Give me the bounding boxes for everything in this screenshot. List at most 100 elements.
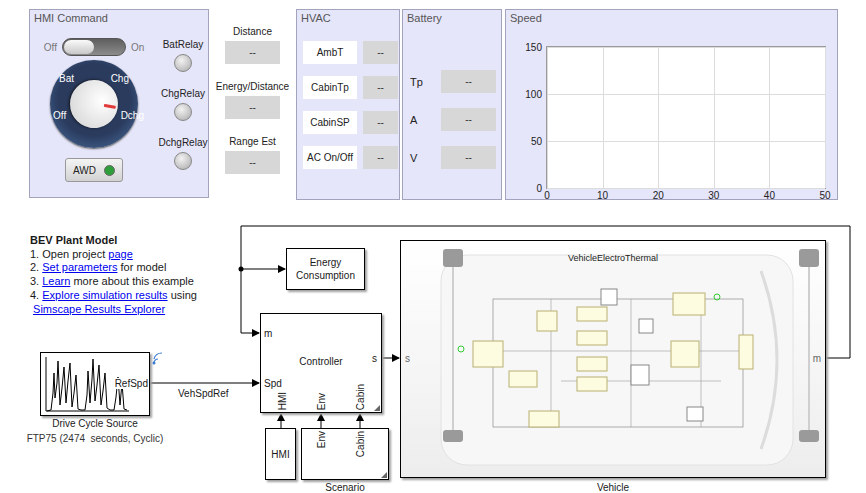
note-link[interactable]: page bbox=[108, 248, 132, 260]
battery-row: V-- bbox=[410, 146, 501, 169]
vehicle-block[interactable]: VehicleElectroThermal s m bbox=[400, 240, 826, 478]
x-tick: 50 bbox=[819, 190, 830, 201]
note-text: 3. bbox=[30, 275, 42, 287]
switch-off-label: Off bbox=[44, 42, 57, 53]
note-link[interactable]: Simscape Results Explorer bbox=[33, 303, 165, 315]
battery-panel: BatteryTp--A--V-- bbox=[402, 9, 502, 200]
awd-label: AWD bbox=[73, 165, 96, 176]
battery-value: -- bbox=[441, 70, 496, 93]
drive-cycle-block[interactable]: RefSpd bbox=[40, 352, 150, 416]
hvac-row: AC On/Off-- bbox=[303, 146, 399, 169]
x-tick: 40 bbox=[764, 190, 775, 201]
note-text: more about this example bbox=[70, 275, 194, 287]
notes-title: BEV Plant Model bbox=[30, 234, 197, 248]
note-text: using bbox=[168, 289, 197, 301]
note-text: for model bbox=[117, 261, 166, 273]
signal-label: VehSpdRef bbox=[178, 388, 229, 399]
knob-position-label[interactable]: Bat bbox=[59, 73, 74, 85]
relay-lamp: BatRelay bbox=[163, 39, 204, 72]
port-label: s bbox=[405, 353, 410, 364]
x-tick: 10 bbox=[597, 190, 608, 201]
block-name: Energy Consumption bbox=[293, 256, 358, 282]
awd-button[interactable]: AWD bbox=[65, 158, 123, 182]
chart-title: Speed bbox=[506, 10, 837, 25]
y-tick: 150 bbox=[525, 42, 542, 53]
switch-track[interactable] bbox=[62, 38, 126, 56]
port-label: Cabin bbox=[355, 431, 367, 457]
display: Range Est-- bbox=[225, 136, 280, 174]
x-tick: 0 bbox=[544, 190, 550, 201]
hvac-row: AmbT-- bbox=[303, 41, 399, 64]
display: Distance-- bbox=[225, 26, 280, 64]
note-link[interactable]: Explore simulation results bbox=[42, 289, 167, 301]
hmi-command-panel: HMI Command Off On Bat Chg Off Dchg AWD BatRelay… bbox=[29, 9, 209, 198]
battery-row: A-- bbox=[410, 108, 501, 131]
battery-value: -- bbox=[441, 108, 496, 131]
port-label: Cabin bbox=[355, 384, 367, 410]
block-annotation: FTP75 (2474 seconds, Cyclic) bbox=[20, 433, 170, 444]
x-tick: 20 bbox=[653, 190, 664, 201]
dashboard: HMI Command Off On Bat Chg Off Dchg AWD BatRelay… bbox=[0, 0, 866, 202]
switch-thumb[interactable] bbox=[64, 40, 94, 54]
subsystem-title: VehicleElectroThermal bbox=[401, 253, 825, 263]
lamp-icon bbox=[174, 103, 192, 121]
note-text: 2. bbox=[30, 261, 42, 273]
block-name: Controller bbox=[261, 356, 381, 367]
knob-position-label[interactable]: Chg bbox=[111, 73, 129, 85]
y-tick: 0 bbox=[536, 183, 542, 194]
block-name: Vehicle bbox=[400, 482, 826, 493]
display: Energy/Distance-- bbox=[216, 81, 289, 119]
display-value: -- bbox=[225, 151, 280, 174]
note-text bbox=[30, 303, 33, 315]
note-text: 1. Open project bbox=[30, 248, 108, 260]
note-link[interactable]: Set parameters bbox=[42, 261, 117, 273]
block-name: HMI bbox=[271, 449, 289, 460]
port-label: m bbox=[264, 328, 272, 340]
y-tick: 100 bbox=[525, 89, 542, 100]
hvac-row: CabinTp-- bbox=[303, 76, 399, 99]
signal-broadcast-icon bbox=[151, 352, 165, 366]
simulink-model: HMI Command Off On Bat Chg Off Dchg AWD BatRelay… bbox=[0, 0, 866, 493]
controller-block[interactable]: Controller m Spd HMI Env Cabin s bbox=[260, 313, 382, 413]
relay-lamp: DchgRelay bbox=[159, 137, 208, 170]
display-value: -- bbox=[225, 41, 280, 64]
note-line: 2. Set parameters for model bbox=[30, 261, 197, 275]
mode-knob[interactable]: BatChgOffDchg bbox=[50, 60, 138, 148]
port-label: HMI bbox=[277, 392, 289, 410]
note-line: 1. Open project page bbox=[30, 248, 197, 262]
block-name: Scenario bbox=[301, 482, 389, 493]
scenario-block[interactable]: Env Cabin bbox=[301, 428, 389, 480]
y-tick: 50 bbox=[531, 136, 542, 147]
hvac-value: -- bbox=[363, 76, 398, 99]
hmi-block[interactable]: HMI bbox=[265, 428, 296, 480]
hvac-value: -- bbox=[363, 111, 398, 134]
lamp-icon bbox=[174, 54, 192, 72]
hvac-row: CabinSP-- bbox=[303, 111, 399, 134]
energy-consumption-block[interactable]: Energy Consumption bbox=[286, 248, 365, 290]
battery-value: -- bbox=[441, 146, 496, 169]
knob-position-label[interactable]: Off bbox=[53, 110, 66, 122]
switch-on-label: On bbox=[131, 42, 144, 53]
trip-displays: Distance-- Energy/Distance-- Range Est-- bbox=[209, 9, 296, 174]
port-label: Spd bbox=[264, 378, 282, 390]
block-name: Drive Cycle Source bbox=[40, 418, 150, 429]
port-label: s bbox=[372, 353, 377, 365]
knob-position-label[interactable]: Dchg bbox=[121, 110, 144, 122]
hvac-value: -- bbox=[363, 41, 398, 64]
port-label: m bbox=[813, 353, 821, 364]
series-layer bbox=[547, 47, 827, 190]
hvac-value: -- bbox=[363, 146, 398, 169]
note-link[interactable]: Learn bbox=[42, 275, 70, 287]
x-tick: 30 bbox=[708, 190, 719, 201]
lamp-icon bbox=[174, 152, 192, 170]
panel-title: HVAC bbox=[297, 10, 399, 25]
relay-lamp: ChgRelay bbox=[161, 88, 205, 121]
port-label: Env bbox=[316, 393, 328, 410]
port-label: Env bbox=[316, 431, 328, 448]
note-line: 4. Explore simulation results using bbox=[30, 289, 197, 303]
power-switch[interactable]: Off On bbox=[44, 38, 145, 56]
panel-title: HMI Command bbox=[30, 10, 208, 25]
note-line: Simscape Results Explorer bbox=[30, 303, 197, 317]
panel-title: Battery bbox=[403, 10, 501, 25]
port-label: RefSpd bbox=[114, 378, 148, 389]
